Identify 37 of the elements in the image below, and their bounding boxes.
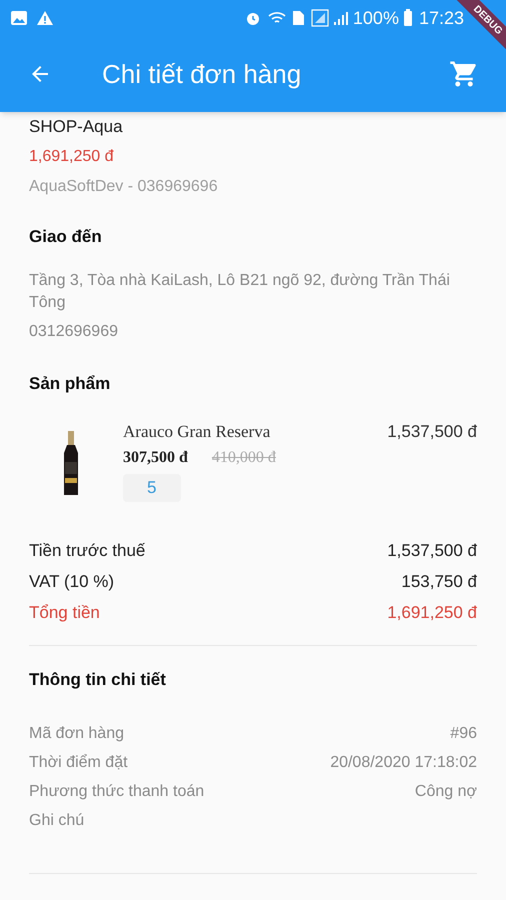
detail-label: Ghi chú — [29, 810, 84, 830]
delivery-phone: 0312696969 — [29, 322, 119, 342]
detail-value: #96 — [450, 724, 477, 744]
total-value: 153,750 đ — [401, 571, 477, 593]
shop-name: SHOP-Aqua — [29, 116, 124, 138]
order-total: 1,691,250 đ — [29, 147, 115, 167]
window-title: Chi tiết đơn hàng — [102, 58, 302, 90]
battery-percent: 100% — [352, 6, 399, 30]
status-time: 17:23 — [418, 6, 464, 30]
product-name: Arauco Gran Reserva — [123, 422, 272, 442]
signal-icon — [310, 9, 331, 27]
total-label: VAT (10 %) — [29, 571, 114, 593]
total-label: Tiền trước thuế — [29, 540, 146, 562]
section-heading: Giao đến — [29, 226, 103, 248]
image-icon — [10, 10, 28, 26]
product-price: 307,500 đ — [123, 448, 188, 468]
seller-contact: AquaSoftDev - 036969696 — [29, 177, 219, 197]
detail-value: 20/08/2020 17:18:02 — [330, 752, 477, 772]
alarm-icon — [244, 10, 261, 26]
line-total: 1,537,500 đ — [387, 422, 477, 442]
total-value: 1,691,250 đ — [387, 602, 477, 624]
detail-label: Phương thức thanh toán — [29, 782, 204, 802]
battery-icon — [402, 9, 413, 27]
section-heading: Sản phẩm — [29, 372, 112, 394]
quantity-field[interactable]: 5 — [123, 474, 181, 502]
total-label: Tổng tiền — [29, 602, 100, 624]
detail-label: Thời điểm đặt — [29, 752, 128, 772]
delivery-address: Tầng 3, Tòa nhà KaiLash, Lô B21 ngõ 92, đường Trần Thái Tông — [29, 270, 451, 312]
total-value: 1,537,500 đ — [387, 540, 477, 562]
detail-label: Mã đơn hàng — [29, 724, 124, 744]
detail-value: Công nợ — [414, 782, 477, 802]
original-price: 410,000 đ — [212, 448, 276, 468]
warning-icon — [36, 10, 54, 26]
cart-icon — [449, 59, 479, 89]
section-heading: Thông tin chi tiết — [29, 669, 167, 691]
signal-bars-icon — [332, 10, 349, 26]
sim-icon — [290, 10, 305, 26]
